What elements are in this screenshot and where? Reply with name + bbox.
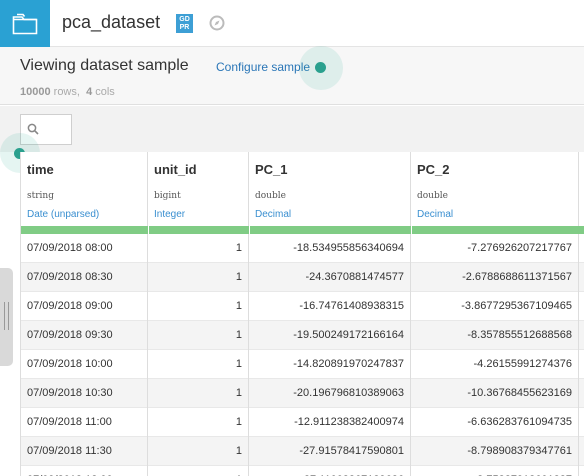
table-cell[interactable]: -24.3670881474577 (249, 263, 411, 292)
table-cell[interactable]: -10.36768455623169 (411, 379, 579, 408)
table-row[interactable]: 07/09/2018 09:30 1 -19.500249172166164 -8.3… (21, 321, 584, 350)
table-cell[interactable]: 1 (148, 379, 249, 408)
column-header-time[interactable]: time string Date (unparsed) (21, 152, 148, 228)
panel-resize-handle[interactable] (0, 268, 13, 366)
table-cell[interactable]: -27.91578417590801 (249, 437, 411, 466)
table-cell[interactable]: -27.11003367139626 (249, 466, 411, 476)
dataset-name: pca_dataset (62, 12, 161, 32)
table-cell[interactable]: 1 (148, 263, 249, 292)
table-cell[interactable]: 1 (148, 292, 249, 321)
table-cell[interactable]: -7.276926207217767 (411, 234, 579, 263)
table-row[interactable]: 07/09/2018 09:00 1 -16.74761408938315 -3.86… (21, 292, 584, 321)
table-cell[interactable]: -19.500249172166164 (249, 321, 411, 350)
table-row[interactable]: 07/09/2018 08:00 1 -18.534955856340694 -7.2… (21, 234, 584, 263)
table-cell[interactable]: 07/09/2018 10:30 (21, 379, 148, 408)
table-cell[interactable]: 1 (148, 466, 249, 476)
column-header-pc-2[interactable]: PC_2 double Decimal (411, 152, 579, 228)
table-cell[interactable]: 07/09/2018 08:00 (21, 234, 148, 263)
gdpr-badge[interactable]: GD PR (176, 14, 193, 33)
table-cell[interactable]: -18.534955856340694 (249, 234, 411, 263)
table-cell[interactable]: -12.911238382400974 (249, 408, 411, 437)
table-cell[interactable]: -8.75827918601237 (411, 466, 579, 476)
table-row[interactable]: 07/09/2018 10:30 1 -20.196796810389063 -10.… (21, 379, 584, 408)
table-cell[interactable]: -8.357855512688568 (411, 321, 579, 350)
folder-icon (12, 13, 38, 34)
table-cell[interactable]: -14.820891970247837 (249, 350, 411, 379)
row-count: 10000 (20, 86, 51, 98)
table-cell[interactable]: 1 (148, 321, 249, 350)
sample-bar: Viewing dataset sample Configure sample … (0, 46, 584, 105)
column-meaning[interactable]: Date (unparsed) (27, 209, 99, 220)
compass-icon[interactable] (209, 15, 225, 31)
table-cell[interactable]: 07/09/2018 08:30 (21, 263, 148, 292)
table-cell[interactable]: 07/09/2018 11:30 (21, 437, 148, 466)
table-cell[interactable]: -4.26155991274376 (411, 350, 579, 379)
dataset-counts: 10000 rows, 4 cols (20, 86, 115, 98)
dataset-home-tile[interactable] (0, 0, 50, 47)
column-meaning[interactable]: Decimal (417, 209, 453, 220)
table-cell[interactable]: 07/09/2018 09:30 (21, 321, 148, 350)
table-cell[interactable]: 1 (148, 234, 249, 263)
table-cell[interactable]: 07/09/2018 12:00 (21, 466, 148, 476)
search-icon (27, 123, 39, 135)
table-cell[interactable]: 1 (148, 437, 249, 466)
data-quality-bar (21, 226, 584, 234)
table-row[interactable]: 07/09/2018 10:00 1 -14.820891970247837 -4.2… (21, 350, 584, 379)
table-cell[interactable]: -3.8677295367109465 (411, 292, 579, 321)
table-cell[interactable]: 1 (148, 350, 249, 379)
table-row[interactable]: 07/09/2018 12:001-27.11003367139626-8.75… (21, 466, 584, 476)
table-cell[interactable]: -16.74761408938315 (249, 292, 411, 321)
table-row[interactable]: 07/09/2018 11:00 1 -12.911238382400974 -6.6… (21, 408, 584, 437)
table-row[interactable]: 07/09/2018 11:30 1 -27.91578417590801 -8.79… (21, 437, 584, 466)
column-meaning[interactable]: Integer (154, 209, 185, 220)
table-cell[interactable]: -20.196796810389063 (249, 379, 411, 408)
viewing-sample-title: Viewing dataset sample (20, 57, 189, 74)
table-cell[interactable]: 07/09/2018 09:00 (21, 292, 148, 321)
table-cell[interactable]: 1 (148, 408, 249, 437)
table-cell[interactable]: -6.636283761094735 (411, 408, 579, 437)
column-meaning[interactable]: Decimal (255, 209, 291, 220)
table-cell[interactable]: -8.798908379347761 (411, 437, 579, 466)
column-header-pc-1[interactable]: PC_1 double Decimal (249, 152, 411, 228)
configure-focus-dot[interactable] (315, 62, 326, 73)
table-row[interactable]: 07/09/2018 08:30 1 -24.3670881474577 -2.678… (21, 263, 584, 292)
data-grid: time string Date (unparsed) unit_id bigi… (20, 152, 584, 476)
table-cell[interactable]: 07/09/2018 11:00 (21, 408, 148, 437)
filter-bar (0, 106, 584, 152)
column-header-unit-id[interactable]: unit_id bigint Integer (148, 152, 249, 228)
table-cell[interactable]: -2.6788688611371567 (411, 263, 579, 292)
table-cell[interactable]: 07/09/2018 10:00 (21, 350, 148, 379)
top-bar: pca_dataset GD PR (0, 0, 584, 47)
configure-sample-link[interactable]: Configure sample (216, 60, 310, 74)
